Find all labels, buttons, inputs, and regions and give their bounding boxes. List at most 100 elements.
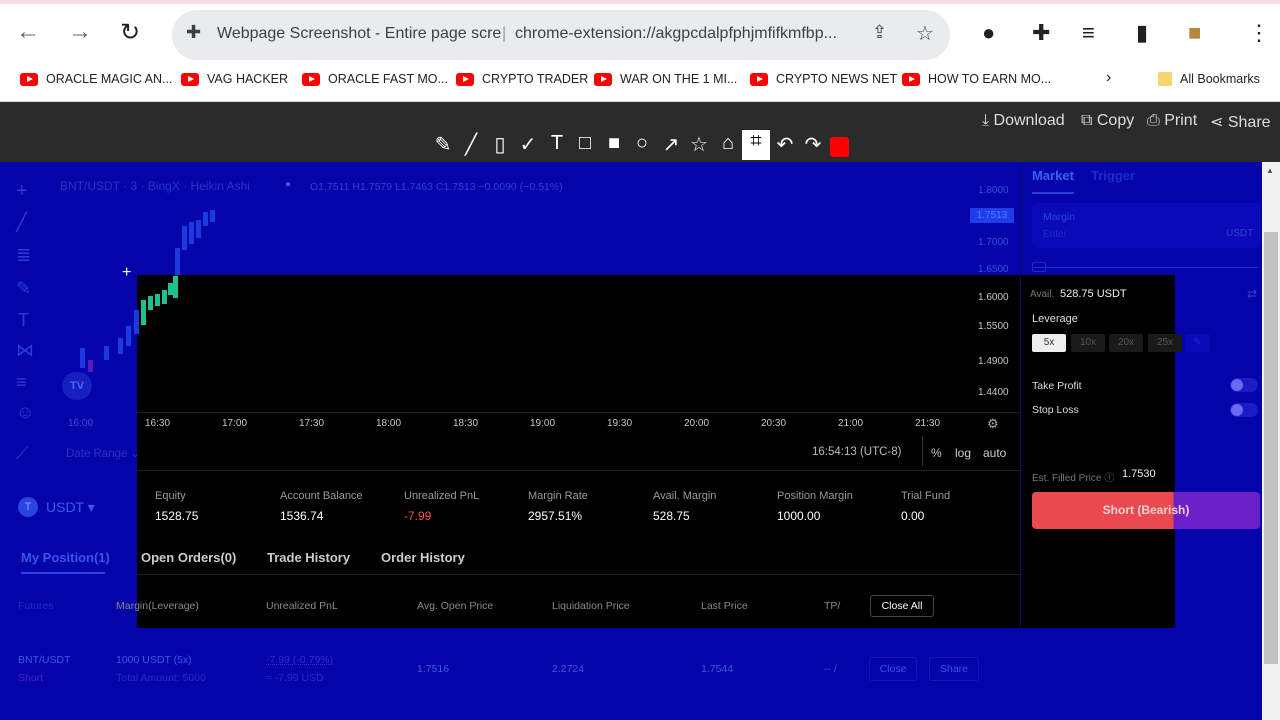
auto-toggle[interactable]: auto <box>983 446 1006 460</box>
copy-button[interactable]: ⧉ Copy <box>1081 112 1134 130</box>
close-all-button[interactable]: Close All <box>870 595 934 617</box>
home-icon[interactable]: ⌂ <box>716 132 740 155</box>
bookmark[interactable]: HOW TO EARN MO... <box>902 72 1051 86</box>
undo-icon[interactable]: ↶ <box>773 132 797 157</box>
reload-icon[interactable]: ↻ <box>120 18 140 47</box>
tab-open-orders-[interactable]: Open Orders(0) <box>141 550 236 565</box>
bookmark[interactable]: WAR ON THE 1 MI... <box>594 72 737 86</box>
transfer-icon[interactable]: ⇄ <box>1247 287 1257 301</box>
extension-icon[interactable]: ● <box>982 20 995 46</box>
filled-rectangle-icon[interactable]: ■ <box>602 132 626 155</box>
usdt-coin-icon: T <box>18 497 38 517</box>
position-pair[interactable]: BNT/USDT <box>18 654 71 666</box>
arrow-icon[interactable]: ↗ <box>659 132 683 157</box>
side-panel-icon[interactable]: ▮ <box>1136 20 1148 46</box>
bookmark[interactable]: CRYPTO TRADER <box>456 72 588 86</box>
bookmark-star-icon[interactable]: ☆ <box>916 21 934 46</box>
leverage-10x[interactable]: 10x <box>1071 334 1105 352</box>
time-tick: 19:00 <box>530 418 556 429</box>
close-position-button[interactable]: Close <box>869 657 917 681</box>
brush-tool-icon[interactable]: ✎ <box>16 278 31 299</box>
position-tpsl[interactable]: -- / <box>824 663 837 675</box>
margin-input[interactable] <box>1032 203 1260 248</box>
spray-icon[interactable]: ▯ <box>488 132 512 157</box>
candlestick <box>173 276 178 298</box>
price-tick: 1.4400 <box>978 387 1009 398</box>
margin-unit: USDT <box>1226 228 1254 239</box>
scrollbar-thumb[interactable] <box>1264 232 1278 664</box>
candlestick <box>203 212 208 226</box>
tab-trigger[interactable]: Trigger <box>1091 168 1135 183</box>
divider <box>137 412 1020 413</box>
tab-my-position-[interactable]: My Position(1) <box>21 550 110 565</box>
margin-slider[interactable] <box>1034 267 1258 268</box>
line-icon[interactable]: ╱ <box>459 132 483 157</box>
divider <box>922 436 923 466</box>
tab-order-history[interactable]: Order History <box>381 550 465 565</box>
short-bearish-button[interactable]: Short (Bearish) <box>1032 492 1260 529</box>
log-toggle[interactable]: log <box>955 446 971 460</box>
puzzle-icon[interactable]: ✚ <box>1032 20 1050 46</box>
download-button[interactable]: ⤓ Download <box>982 112 1065 130</box>
take-profit-label: Take Profit <box>1032 380 1082 392</box>
circle-icon[interactable]: ○ <box>630 132 654 155</box>
tab-market[interactable]: Market <box>1032 168 1074 183</box>
candlestick <box>162 290 167 304</box>
text-tool-icon[interactable]: T <box>18 310 29 331</box>
ruler-icon[interactable]: ⟋ <box>16 443 29 464</box>
forward-icon[interactable]: → <box>68 18 92 46</box>
stat-value: 1000.00 <box>777 509 821 523</box>
crosshair-icon[interactable]: + <box>16 180 28 203</box>
box-icon[interactable]: ■ <box>1188 20 1201 46</box>
pattern-icon[interactable]: ⋈ <box>16 340 34 361</box>
bookmark[interactable]: ORACLE MAGIC AN... <box>20 72 172 86</box>
leverage-25x[interactable]: 25x <box>1148 334 1182 352</box>
share-button[interactable]: ⋖ Share <box>1210 112 1271 132</box>
menu-icon[interactable]: ⋮ <box>1248 20 1270 46</box>
brush-icon[interactable]: ✓ <box>516 132 540 157</box>
price-tick: 1.6000 <box>978 292 1009 303</box>
candlestick <box>141 300 146 325</box>
fib-icon[interactable]: ≣ <box>16 245 31 266</box>
more-bookmarks-chevron-icon[interactable]: › <box>1106 69 1111 87</box>
stat-label: Margin Rate <box>528 490 588 502</box>
leverage-5x[interactable]: 5x <box>1032 334 1066 352</box>
trendline-icon[interactable]: ╱ <box>16 212 27 233</box>
time-tick: 17:30 <box>299 418 325 429</box>
currency-selector[interactable]: USDT ▾ <box>46 499 95 516</box>
print-button[interactable]: ⎙ Print <box>1147 112 1197 130</box>
rectangle-icon[interactable]: □ <box>573 132 597 155</box>
date-range-button[interactable]: Date Range ⌄ <box>66 446 140 460</box>
settings-gear-icon[interactable]: ⚙ <box>987 416 999 432</box>
youtube-icon <box>750 72 768 86</box>
date-range-label: Date Range <box>66 448 128 460</box>
media-icon[interactable]: ≡ <box>1082 20 1095 46</box>
text-icon[interactable]: T <box>545 132 569 155</box>
position-pnl[interactable]: -7.99 (-0.79%) <box>266 654 333 666</box>
scroll-up-icon[interactable]: ▲ <box>1266 166 1274 175</box>
tab-trade-history[interactable]: Trade History <box>267 550 350 565</box>
all-bookmarks[interactable]: All Bookmarks <box>1158 72 1260 86</box>
bookmark[interactable]: VAG HACKER <box>181 72 288 86</box>
share-icon[interactable]: ⇪ <box>872 22 887 43</box>
address-bar[interactable]: ✚ Webpage Screenshot - Entire page scre … <box>172 10 950 60</box>
share-position-button[interactable]: Share <box>929 657 979 681</box>
bookmark[interactable]: CRYPTO NEWS NET <box>750 72 897 86</box>
color-picker[interactable] <box>830 137 849 157</box>
back-icon[interactable]: ← <box>16 18 40 46</box>
position-liq-price: 2.2724 <box>552 663 585 675</box>
take-profit-toggle[interactable] <box>1230 378 1258 392</box>
bookmark[interactable]: ORACLE FAST MO... <box>302 72 448 86</box>
redo-icon[interactable]: ↷ <box>801 132 825 157</box>
stop-loss-label: Stop Loss <box>1032 404 1079 416</box>
edit-leverage-pencil-icon[interactable]: ✎ <box>1185 334 1210 352</box>
emoji-icon[interactable]: ☺ <box>16 402 34 423</box>
prediction-icon[interactable]: ≡ <box>16 372 27 393</box>
leverage-20x[interactable]: 20x <box>1109 334 1143 352</box>
stop-loss-toggle[interactable] <box>1230 403 1258 417</box>
crop-icon[interactable]: ⌗ <box>742 130 770 160</box>
percent-toggle[interactable]: % <box>931 446 942 460</box>
slider-handle[interactable] <box>1032 262 1046 272</box>
star-icon[interactable]: ☆ <box>687 132 711 157</box>
highlighter-icon[interactable]: ✎ <box>431 132 455 157</box>
